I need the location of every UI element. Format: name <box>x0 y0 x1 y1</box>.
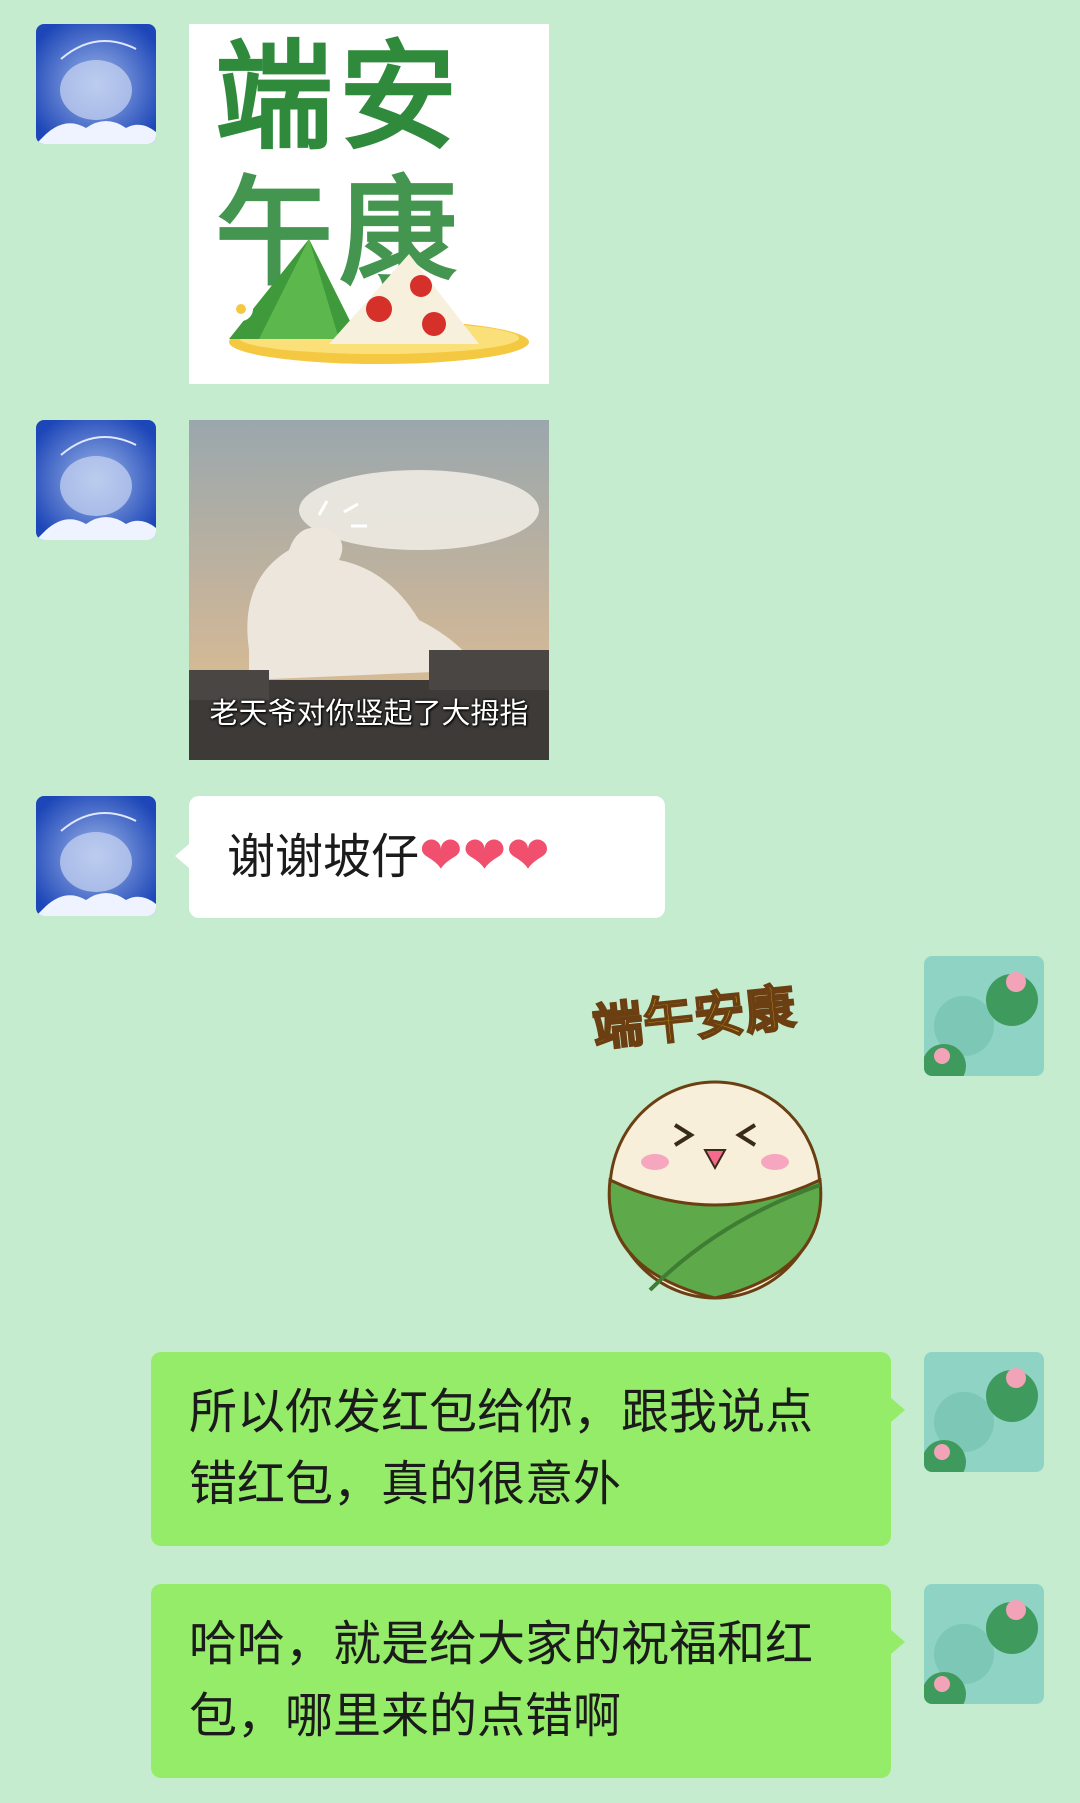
zongzi-illustration <box>229 239 529 364</box>
message-bubble-self[interactable]: 所以你发红包给你，跟我说点 错红包，真的很意外 <box>151 1352 891 1546</box>
bubble-tail <box>891 1630 905 1654</box>
bubble-tail <box>175 844 189 868</box>
message-text-line: 错红包，真的很意外 <box>189 1456 622 1512</box>
bubble-tail <box>891 1398 905 1422</box>
image-message-sky[interactable]: 老天爷对你竖起了大拇指 <box>189 420 549 760</box>
message-text-line: 所以你发红包给你，跟我说点 <box>189 1384 814 1440</box>
contact-avatar[interactable] <box>36 420 156 540</box>
heart-emoji: ❤ <box>506 826 550 886</box>
my-avatar[interactable] <box>924 956 1044 1076</box>
message-text-line: 包，哪里来的点错啊 <box>189 1688 622 1744</box>
contact-avatar[interactable] <box>36 24 156 144</box>
message-text: 谢谢坡仔 <box>227 829 420 885</box>
message-text-line: 哈哈，就是给大家的祝福和红 <box>189 1616 814 1672</box>
my-avatar[interactable] <box>924 1584 1044 1704</box>
image-caption: 老天爷对你竖起了大拇指 <box>209 696 529 730</box>
message-bubble-thanks[interactable]: 谢谢坡仔❤❤❤ <box>189 796 665 918</box>
my-avatar[interactable] <box>924 1352 1044 1472</box>
image-message-duanwu[interactable]: 端安 午康 <box>189 24 549 384</box>
sticker-duanwu-ankang[interactable]: 端午安康 <box>580 970 850 1310</box>
heart-emoji: ❤ <box>462 826 507 886</box>
heart-emoji: ❤ <box>419 826 463 886</box>
contact-avatar[interactable] <box>36 796 156 916</box>
message-bubble-self[interactable]: 哈哈，就是给大家的祝福和红 包，哪里来的点错啊 <box>151 1584 891 1778</box>
